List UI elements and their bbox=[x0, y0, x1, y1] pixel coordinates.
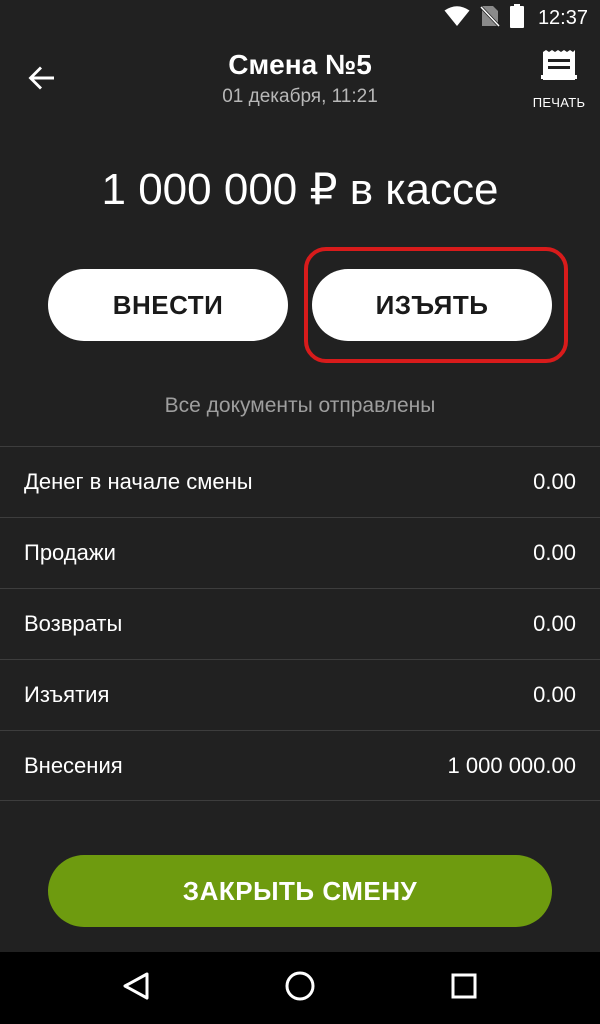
app-bar: Смена №5 01 декабря, 11:21 ПЕЧАТЬ bbox=[0, 36, 600, 126]
close-shift-button[interactable]: ЗАКРЫТЬ СМЕНУ bbox=[48, 855, 552, 927]
no-sim-icon bbox=[479, 4, 501, 33]
print-label: ПЕЧАТЬ bbox=[532, 95, 586, 110]
deposit-button[interactable]: ВНЕСТИ bbox=[48, 269, 288, 341]
summary-row-deposits: Внесения 1 000 000.00 bbox=[0, 730, 600, 801]
summary-list: Денег в начале смены 0.00 Продажи 0.00 В… bbox=[0, 446, 600, 801]
battery-icon bbox=[509, 3, 524, 33]
summary-row-returns: Возвраты 0.00 bbox=[0, 588, 600, 659]
title-block: Смена №5 01 декабря, 11:21 bbox=[150, 48, 450, 110]
receipt-printer-icon bbox=[541, 50, 577, 89]
row-value: 0.00 bbox=[533, 611, 576, 636]
summary-row-sales: Продажи 0.00 bbox=[0, 517, 600, 588]
cash-amount: 1 000 000 ₽ в кассе bbox=[101, 165, 499, 214]
row-label: Денег в начале смены bbox=[24, 469, 253, 494]
row-value: 0.00 bbox=[533, 540, 576, 565]
summary-row-start-cash: Денег в начале смены 0.00 bbox=[0, 446, 600, 517]
status-bar: 12:37 bbox=[0, 0, 600, 36]
summary-row-withdrawals: Изъятия 0.00 bbox=[0, 659, 600, 730]
nav-back-button[interactable] bbox=[118, 970, 154, 1006]
documents-status: Все документы отправлены bbox=[164, 394, 436, 417]
nav-home-icon bbox=[284, 970, 316, 1007]
page-title: Смена №5 bbox=[228, 49, 372, 80]
nav-recents-button[interactable] bbox=[446, 970, 482, 1006]
nav-back-icon bbox=[121, 971, 151, 1006]
shift-date: 01 декабря, 11:21 bbox=[222, 86, 378, 107]
row-value: 1 000 000.00 bbox=[447, 752, 576, 778]
row-label: Возвраты bbox=[24, 611, 123, 636]
nav-recents-icon bbox=[450, 972, 478, 1005]
print-button[interactable]: ПЕЧАТЬ bbox=[526, 50, 592, 114]
status-icons: 12:37 bbox=[444, 0, 588, 36]
wifi-icon bbox=[444, 5, 470, 32]
status-time: 12:37 bbox=[537, 6, 588, 29]
arrow-back-icon bbox=[28, 64, 56, 97]
navigation-bar bbox=[0, 952, 600, 1024]
row-label: Внесения bbox=[24, 752, 123, 778]
row-label: Продажи bbox=[24, 540, 116, 565]
shift-screen: 12:37 Смена №5 01 декабря, 11:21 ПЕЧАТЬ … bbox=[0, 0, 600, 1024]
row-label: Изъятия bbox=[24, 682, 110, 707]
row-value: 0.00 bbox=[533, 469, 576, 494]
row-value: 0.00 bbox=[533, 682, 576, 707]
withdraw-button[interactable]: ИЗЪЯТЬ bbox=[312, 269, 552, 341]
back-button[interactable] bbox=[20, 58, 64, 102]
nav-home-button[interactable] bbox=[282, 970, 318, 1006]
